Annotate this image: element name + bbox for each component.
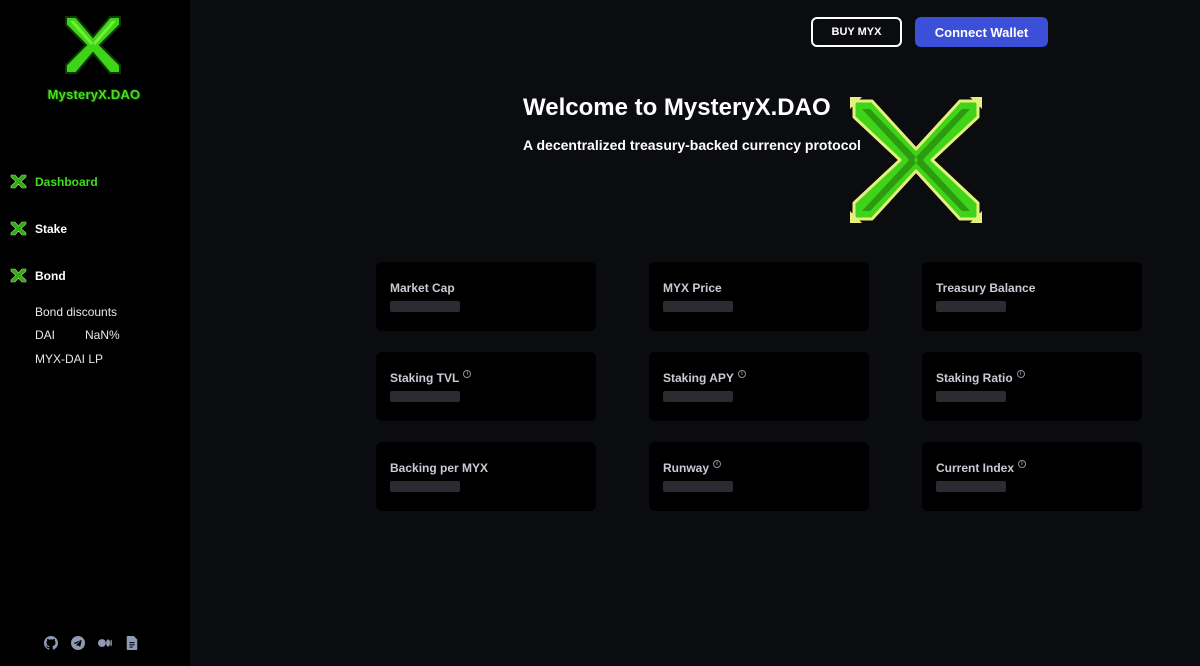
metric-label: Staking Ratio i [936, 370, 1025, 385]
page-subtitle: A decentralized treasury-backed currency… [523, 137, 861, 153]
metric-label-text: MYX Price [663, 281, 722, 295]
x-logo-icon [10, 174, 27, 189]
value-loading-skeleton [936, 391, 1006, 402]
nav-stake[interactable]: Stake [10, 221, 67, 236]
metric-label-text: Staking TVL [390, 371, 460, 385]
bond-name: MYX-DAI LP [35, 351, 104, 366]
page-title: Welcome to MysteryX.DAO [523, 94, 831, 121]
bond-name: DAI [35, 328, 56, 343]
metric-card-staking-apy: Staking APY i [649, 352, 869, 421]
buy-myx-button[interactable]: BUY MYX [811, 17, 902, 47]
metric-label-text: Market Cap [390, 281, 455, 295]
github-icon[interactable] [44, 636, 58, 650]
info-icon[interactable]: i [463, 370, 472, 378]
metric-label-text: Staking Ratio [936, 371, 1013, 385]
telegram-icon[interactable] [71, 636, 85, 650]
x-logo-icon [10, 221, 27, 236]
value-loading-skeleton [390, 391, 460, 402]
metric-card-runway: Runway i [649, 442, 869, 511]
medium-icon[interactable] [98, 636, 112, 650]
value-loading-skeleton [663, 391, 733, 402]
social-links [44, 636, 139, 650]
metric-card-backing-per-myx: Backing per MYX [376, 442, 596, 511]
info-icon[interactable]: i [1018, 460, 1027, 468]
value-loading-skeleton [936, 481, 1006, 492]
metric-label: Current Index i [936, 460, 1027, 475]
value-loading-skeleton [390, 481, 460, 492]
sidebar: MysteryX.DAO Dashboard Stake Bond Bond d… [0, 0, 190, 666]
metric-label: Staking APY i [663, 370, 746, 385]
metric-label-text: Treasury Balance [936, 281, 1036, 295]
x-logo-icon [10, 268, 27, 283]
metric-label-text: Current Index [936, 461, 1015, 475]
metric-label: Market Cap [390, 281, 455, 295]
docs-icon[interactable] [125, 636, 139, 650]
metric-label: Treasury Balance [936, 281, 1035, 295]
mysteryx-logo-icon[interactable] [58, 13, 128, 77]
info-icon[interactable]: i [1016, 370, 1025, 378]
nav-label: Stake [35, 221, 68, 236]
bond-discounts-header: Bond discounts [35, 304, 118, 319]
brand-name: MysteryX.DAO [47, 87, 141, 102]
metric-label-text: Runway [663, 461, 710, 475]
metric-label: Runway i [663, 460, 722, 475]
metric-card-current-index: Current Index i [922, 442, 1142, 511]
metric-card-market-cap: Market Cap [376, 262, 596, 331]
nav-label: Dashboard [35, 174, 98, 189]
value-loading-skeleton [663, 301, 733, 312]
bond-discounts-list: Bond discounts DAI NaN% MYX-DAI LP [35, 300, 120, 371]
metric-label: Staking TVL i [390, 370, 472, 385]
metric-label: MYX Price [663, 281, 722, 295]
value-loading-skeleton [936, 301, 1006, 312]
info-icon[interactable]: i [713, 460, 722, 468]
nav-dashboard[interactable]: Dashboard [10, 174, 98, 189]
metric-card-staking-tvl: Staking TVL i [376, 352, 596, 421]
mysteryx-hero-logo-icon [850, 97, 982, 223]
bond-item-myx-dai-lp[interactable]: MYX-DAI LP [35, 347, 120, 371]
info-icon[interactable]: i [737, 370, 746, 378]
value-loading-skeleton [663, 481, 733, 492]
bond-item-dai[interactable]: DAI NaN% [35, 324, 120, 348]
bond-rate: NaN% [85, 328, 120, 343]
metric-label-text: Staking APY [663, 371, 734, 385]
metric-card-myx-price: MYX Price [649, 262, 869, 331]
nav-bond[interactable]: Bond [10, 268, 66, 283]
value-loading-skeleton [390, 301, 460, 312]
metric-label: Backing per MYX [390, 461, 488, 475]
metric-label-text: Backing per MYX [390, 461, 489, 475]
connect-wallet-button[interactable]: Connect Wallet [915, 17, 1048, 47]
metric-card-staking-ratio: Staking Ratio i [922, 352, 1142, 421]
metric-card-treasury-balance: Treasury Balance [922, 262, 1142, 331]
nav-label: Bond [35, 268, 66, 283]
